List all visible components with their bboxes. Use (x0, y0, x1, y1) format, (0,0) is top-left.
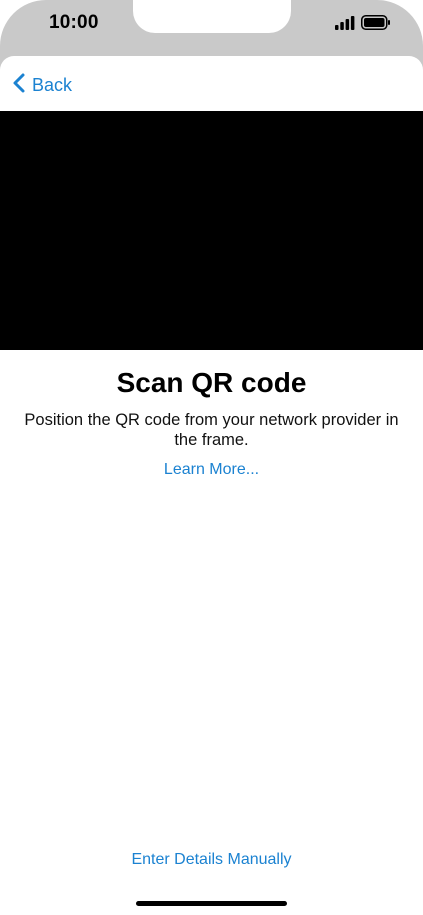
page-title: Scan QR code (116, 367, 307, 398)
device-notch (133, 0, 291, 33)
enter-details-manually-link[interactable]: Enter Details Manually (0, 851, 423, 869)
back-label: Back (32, 75, 73, 95)
chevron-left-icon (12, 72, 26, 99)
status-icons (335, 15, 391, 35)
learn-more-link[interactable]: Learn More... (0, 461, 423, 479)
status-time: 10:00 (49, 12, 99, 33)
back-button[interactable]: Back (12, 72, 72, 99)
cellular-signal-icon (335, 15, 355, 35)
battery-icon (361, 15, 391, 35)
home-indicator (136, 901, 287, 906)
camera-viewfinder (0, 111, 423, 350)
scan-instructions: Position the QR code from your network p… (24, 411, 399, 449)
